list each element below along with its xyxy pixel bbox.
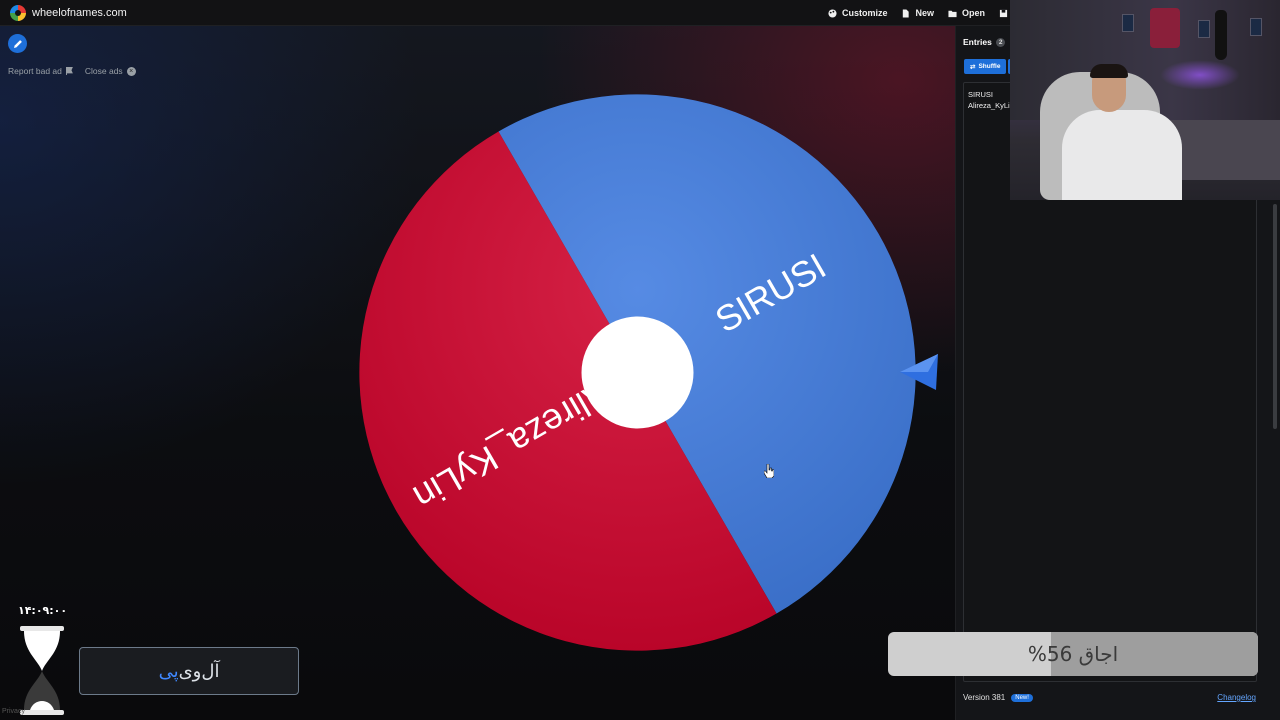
save-button[interactable] [999,9,1008,18]
ad-links: Report bad ad Close ads × [8,66,136,76]
cam-guitar [1215,10,1227,60]
wheel-logo-icon [10,4,26,21]
version-label: Version 381 [963,693,1006,702]
new-badge: New! [1011,693,1033,702]
save-icon [999,9,1008,17]
cam-light [1160,60,1240,90]
app-stage: wheelofnames.com Customize New Open Repo… [0,0,1280,720]
top-menu: Customize New Open [828,0,1008,26]
cam-person-body [1062,110,1182,200]
streamer-name-part1: آل‌وی [178,660,220,682]
edit-button[interactable] [8,34,27,53]
cam-poster [1198,20,1210,38]
hourglass-icon [20,626,64,715]
shuffle-label: Shuffle [978,63,1001,70]
report-bad-ad-link[interactable]: Report bad ad [8,66,73,76]
goal-progress-bar: اجاق 56% [888,632,1258,676]
entries-count-badge: 2 [995,37,1006,47]
new-button[interactable]: New [901,8,934,18]
close-circle-icon: × [126,66,136,76]
privacy-link[interactable]: Privacy [2,708,25,715]
wheel-pointer-icon [900,354,938,390]
cam-person-hair [1090,64,1128,78]
file-icon [903,8,910,18]
folder-icon [948,10,957,17]
pencil-icon [13,39,22,48]
shuffle-button[interactable]: ⇄ Shuffle [964,59,1007,74]
close-ads-label: Close ads [84,66,123,76]
wheel[interactable]: SIRUSI Alireza_KyLin [355,90,920,655]
changelog-link[interactable]: Changelog [1217,693,1256,702]
site-brand[interactable]: wheelofnames.com [10,4,127,21]
flag-icon [65,67,73,75]
cam-poster [1122,14,1134,32]
cam-bed [1170,120,1280,180]
stream-clock: ۱۴:۰۹:۰۰ [18,604,68,617]
goal-progress-label: اجاق 56% [1027,642,1119,666]
cam-poster [1250,18,1262,36]
open-button[interactable]: Open [948,8,985,18]
site-name: wheelofnames.com [32,6,127,19]
version-info: Version 381 New! [963,693,1033,702]
top-bar: wheelofnames.com Customize New Open [0,0,1010,26]
customize-label: Customize [841,8,888,18]
open-label: Open [961,8,985,18]
streamer-name-part2: پی [158,660,179,682]
tab-entries-label: Entries [963,37,992,47]
webcam-overlay [1010,0,1280,200]
tab-entries[interactable]: Entries 2 [963,37,1006,47]
wheel-center-button[interactable] [581,316,694,429]
customize-button[interactable]: Customize [828,8,888,18]
report-bad-ad-label: Report bad ad [8,66,62,76]
close-ads-link[interactable]: Close ads × [85,66,136,76]
cam-shirt [1150,8,1180,48]
hand-cursor-icon [764,464,774,478]
new-label: New [915,8,934,18]
shuffle-icon: ⇄ [970,63,976,71]
scrollbar[interactable] [1273,204,1277,429]
palette-icon [828,8,837,18]
streamer-name-box: آل‌وی پی [79,647,299,695]
